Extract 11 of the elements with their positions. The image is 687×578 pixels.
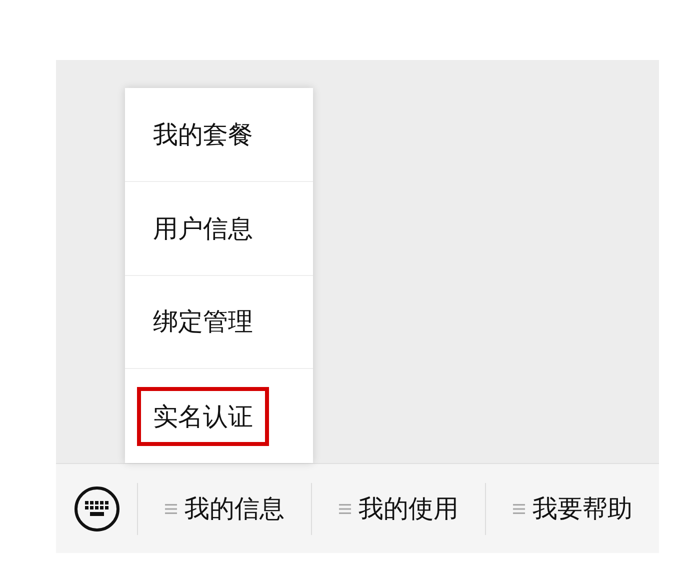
menu-icon [512, 502, 524, 514]
menu-tab[interactable]: 我的信息 [164, 496, 284, 521]
keyboard-icon[interactable] [74, 486, 120, 532]
menu-tab[interactable]: 我要帮助 [512, 496, 632, 521]
menu-item[interactable]: 用户信息 [125, 182, 313, 276]
menu-tab[interactable]: 我的使用 [338, 496, 458, 521]
menu-item[interactable]: 实名认证 [125, 369, 313, 463]
menu-item[interactable]: 我的套餐 [125, 88, 313, 182]
menu-item[interactable]: 绑定管理 [125, 276, 313, 370]
menu-icon [164, 502, 176, 514]
menu-icon [338, 502, 350, 514]
